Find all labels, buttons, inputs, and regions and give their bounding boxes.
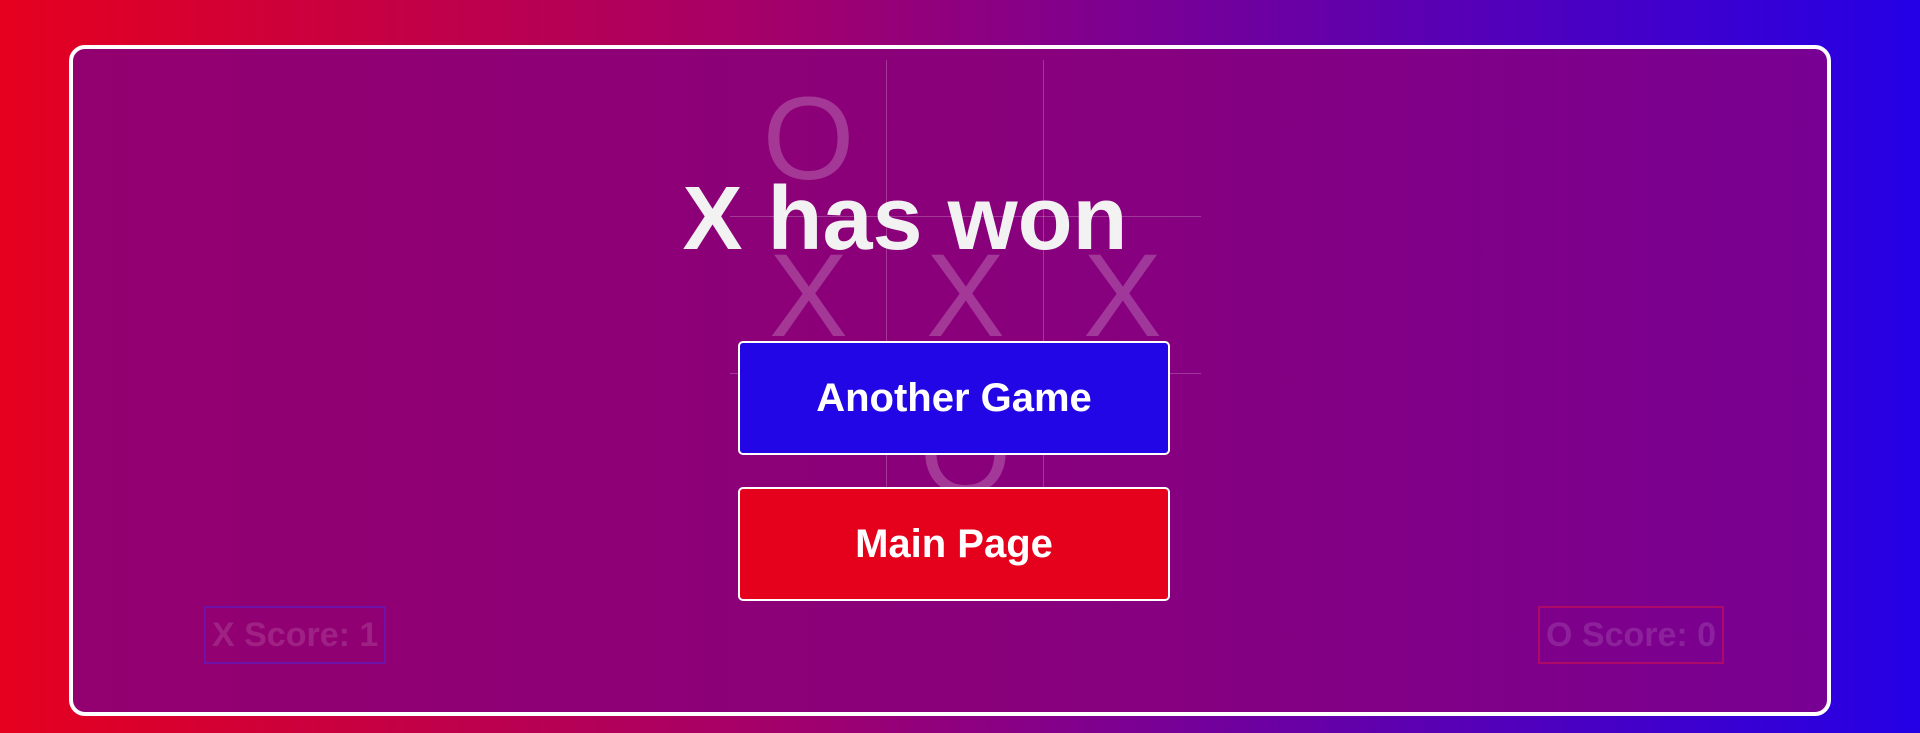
o-score: O Score: 0 (1538, 606, 1725, 664)
result-title: X has won (682, 169, 1128, 269)
game-panel: O X X X O X has won Another Game Main Pa… (69, 45, 1831, 716)
game-board: O X X X O (730, 60, 1201, 531)
main-page-button[interactable]: Main Page (738, 487, 1170, 601)
x-score: X Score: 1 (204, 606, 387, 664)
another-game-button[interactable]: Another Game (738, 341, 1170, 455)
